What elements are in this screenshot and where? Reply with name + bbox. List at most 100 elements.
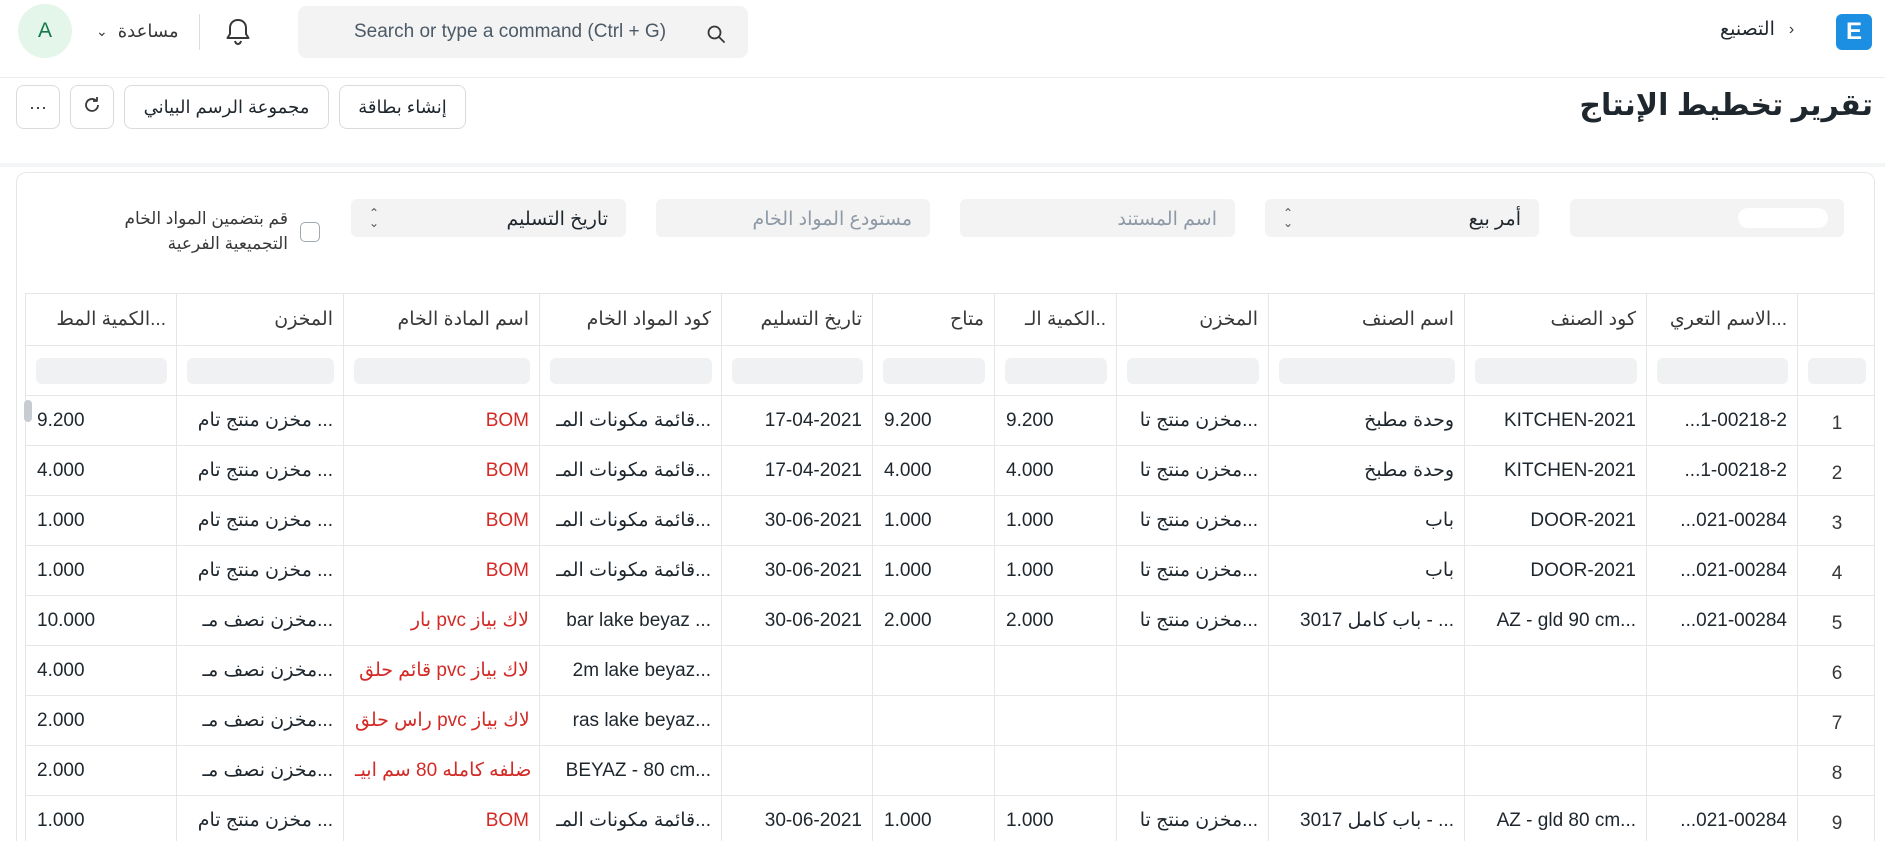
table-cell[interactable]: مخزن منتج تا... bbox=[1117, 596, 1269, 646]
table-cell[interactable]: 30-06-2021 bbox=[722, 596, 873, 646]
table-cell[interactable]: مخزن منتج تام ... bbox=[177, 396, 344, 446]
table-cell[interactable]: وحدة مطبخ bbox=[1269, 396, 1465, 446]
table-cell[interactable]: ...021-00284 bbox=[1647, 546, 1798, 596]
column-header[interactable]: المخزن bbox=[177, 294, 344, 346]
column-filter-input[interactable] bbox=[1475, 358, 1637, 384]
table-cell[interactable]: ras lake beyaz... bbox=[540, 696, 722, 746]
table-cell[interactable]: مخزن نصف مـ... bbox=[177, 696, 344, 746]
table-cell[interactable]: قائمة مكونات المـ... bbox=[540, 796, 722, 841]
table-cell[interactable]: مخزن منتج تا... bbox=[1117, 446, 1269, 496]
column-filter-input[interactable] bbox=[36, 358, 167, 384]
chart-group-button[interactable]: مجموعة الرسم البياني bbox=[124, 85, 329, 129]
table-cell[interactable]: قائمة مكونات المـ... bbox=[540, 496, 722, 546]
column-filter-input[interactable] bbox=[1127, 358, 1259, 384]
table-cell[interactable] bbox=[722, 646, 873, 696]
column-header[interactable]: الكمية الـ.. bbox=[995, 294, 1117, 346]
breadcrumb-manufacturing[interactable]: التصنيع bbox=[1720, 18, 1775, 41]
table-cell[interactable]: AZ - gld 80 cm... bbox=[1465, 796, 1647, 841]
table-cell[interactable]: BOM bbox=[344, 796, 540, 841]
table-cell[interactable]: باب كامل 3017 - ... bbox=[1269, 796, 1465, 841]
column-filter-input[interactable] bbox=[354, 358, 530, 384]
table-row[interactable]: 4 ...021-00284 DOOR-2021 باب مخزن منتج تا...… bbox=[26, 546, 1875, 596]
table-cell[interactable]: مخزن نصف مـ... bbox=[177, 596, 344, 646]
table-cell[interactable]: 9.200 bbox=[26, 396, 177, 446]
table-cell[interactable]: مخزن نصف مـ... bbox=[177, 646, 344, 696]
column-header[interactable]: متاح bbox=[873, 294, 995, 346]
raw-material-warehouse-input[interactable]: مستودع المواد الخام bbox=[656, 199, 930, 237]
table-cell[interactable] bbox=[995, 646, 1117, 696]
create-card-button[interactable]: إنشاء بطاقة bbox=[339, 85, 466, 129]
column-filter-input[interactable] bbox=[1279, 358, 1455, 384]
table-cell[interactable]: مخزن نصف مـ... bbox=[177, 746, 344, 796]
table-cell[interactable]: 1.000 bbox=[873, 496, 995, 546]
column-filter-input[interactable] bbox=[732, 358, 863, 384]
search-bar[interactable]: Search or type a command (Ctrl + G) bbox=[298, 6, 748, 58]
table-cell[interactable]: 1.000 bbox=[26, 796, 177, 841]
table-cell[interactable] bbox=[1117, 646, 1269, 696]
table-cell[interactable]: 4.000 bbox=[26, 446, 177, 496]
table-cell[interactable] bbox=[1647, 646, 1798, 696]
table-cell[interactable]: BEYAZ - 80 cm... bbox=[540, 746, 722, 796]
user-avatar[interactable]: A bbox=[18, 4, 72, 58]
table-cell[interactable]: ...021-00284 bbox=[1647, 496, 1798, 546]
table-cell[interactable]: 2.000 bbox=[873, 596, 995, 646]
table-cell[interactable] bbox=[873, 646, 995, 696]
table-cell[interactable]: مخزن منتج تا... bbox=[1117, 396, 1269, 446]
table-cell[interactable]: BOM bbox=[344, 446, 540, 496]
column-filter-input[interactable] bbox=[883, 358, 985, 384]
table-cell[interactable] bbox=[995, 746, 1117, 796]
table-cell[interactable]: مخزن منتج تام ... bbox=[177, 496, 344, 546]
column-header[interactable]: اسم المادة الخام bbox=[344, 294, 540, 346]
column-header[interactable]: تاريخ التسليم bbox=[722, 294, 873, 346]
table-cell[interactable]: مخزن منتج تا... bbox=[1117, 796, 1269, 841]
column-header[interactable]: كود الصنف bbox=[1465, 294, 1647, 346]
column-filter-input[interactable] bbox=[550, 358, 712, 384]
document-name-input[interactable]: اسم المستند bbox=[960, 199, 1235, 237]
table-row[interactable]: 9 ...021-00284 AZ - gld 80 cm... باب كامل 3… bbox=[26, 796, 1875, 841]
table-cell[interactable]: 2.000 bbox=[26, 746, 177, 796]
refresh-button[interactable] bbox=[70, 85, 114, 129]
table-cell[interactable]: 4.000 bbox=[995, 446, 1117, 496]
table-cell[interactable] bbox=[1647, 696, 1798, 746]
breadcrumb[interactable]: التصنيع › bbox=[1720, 18, 1794, 41]
column-header[interactable]: الاسم التعري... bbox=[1647, 294, 1798, 346]
table-cell[interactable]: ...021-00284 bbox=[1647, 796, 1798, 841]
column-filter-input[interactable] bbox=[1005, 358, 1107, 384]
table-cell[interactable] bbox=[1117, 696, 1269, 746]
app-logo[interactable]: E bbox=[1836, 14, 1872, 50]
filter-empty-pill[interactable] bbox=[1570, 199, 1844, 237]
column-header[interactable]: الكمية المط... bbox=[26, 294, 177, 346]
table-cell[interactable]: BOM bbox=[344, 546, 540, 596]
table-cell[interactable]: 1.000 bbox=[995, 796, 1117, 841]
column-header[interactable]: كود المواد الخام bbox=[540, 294, 722, 346]
table-cell[interactable]: 9.200 bbox=[995, 396, 1117, 446]
help-dropdown[interactable]: ⌄ مساعدة bbox=[96, 18, 179, 44]
table-cell[interactable]: ...1-00218-2 bbox=[1647, 396, 1798, 446]
column-header[interactable]: المخزن bbox=[1117, 294, 1269, 346]
table-row[interactable]: 7 ras lake beyaz... راس حلق pvc لاك بياز مخ… bbox=[26, 696, 1875, 746]
vertical-scrollbar[interactable] bbox=[24, 400, 32, 422]
include-subassembly-checkbox[interactable] bbox=[300, 222, 320, 242]
column-filter-input[interactable] bbox=[187, 358, 334, 384]
table-cell[interactable]: 30-06-2021 bbox=[722, 496, 873, 546]
table-cell[interactable]: قائمة مكونات المـ... bbox=[540, 396, 722, 446]
table-cell[interactable]: مخزن منتج تام ... bbox=[177, 446, 344, 496]
table-cell[interactable]: وحدة مطبخ bbox=[1269, 446, 1465, 496]
table-row[interactable]: 3 ...021-00284 DOOR-2021 باب مخزن منتج تا...… bbox=[26, 496, 1875, 546]
table-cell[interactable]: باب bbox=[1269, 546, 1465, 596]
notification-bell-icon[interactable] bbox=[224, 16, 252, 46]
table-cell[interactable]: باب bbox=[1269, 496, 1465, 546]
table-cell[interactable] bbox=[1269, 646, 1465, 696]
table-cell[interactable] bbox=[1465, 746, 1647, 796]
table-cell[interactable]: مخزن منتج تام ... bbox=[177, 546, 344, 596]
table-cell[interactable]: 9.200 bbox=[873, 396, 995, 446]
table-cell[interactable] bbox=[1269, 696, 1465, 746]
table-cell[interactable]: ضلفه كامله 80 سم ابيـ bbox=[344, 746, 540, 796]
table-cell[interactable]: مخزن منتج تا... bbox=[1117, 496, 1269, 546]
table-cell[interactable]: 1.000 bbox=[995, 496, 1117, 546]
table-row[interactable]: 1 ...1-00218-2 KITCHEN-2021 وحدة مطبخ مخزن م… bbox=[26, 396, 1875, 446]
more-options-button[interactable]: ··· bbox=[16, 85, 60, 129]
table-cell[interactable]: 4.000 bbox=[873, 446, 995, 496]
table-cell[interactable]: 17-04-2021 bbox=[722, 446, 873, 496]
table-cell[interactable]: 17-04-2021 bbox=[722, 396, 873, 446]
